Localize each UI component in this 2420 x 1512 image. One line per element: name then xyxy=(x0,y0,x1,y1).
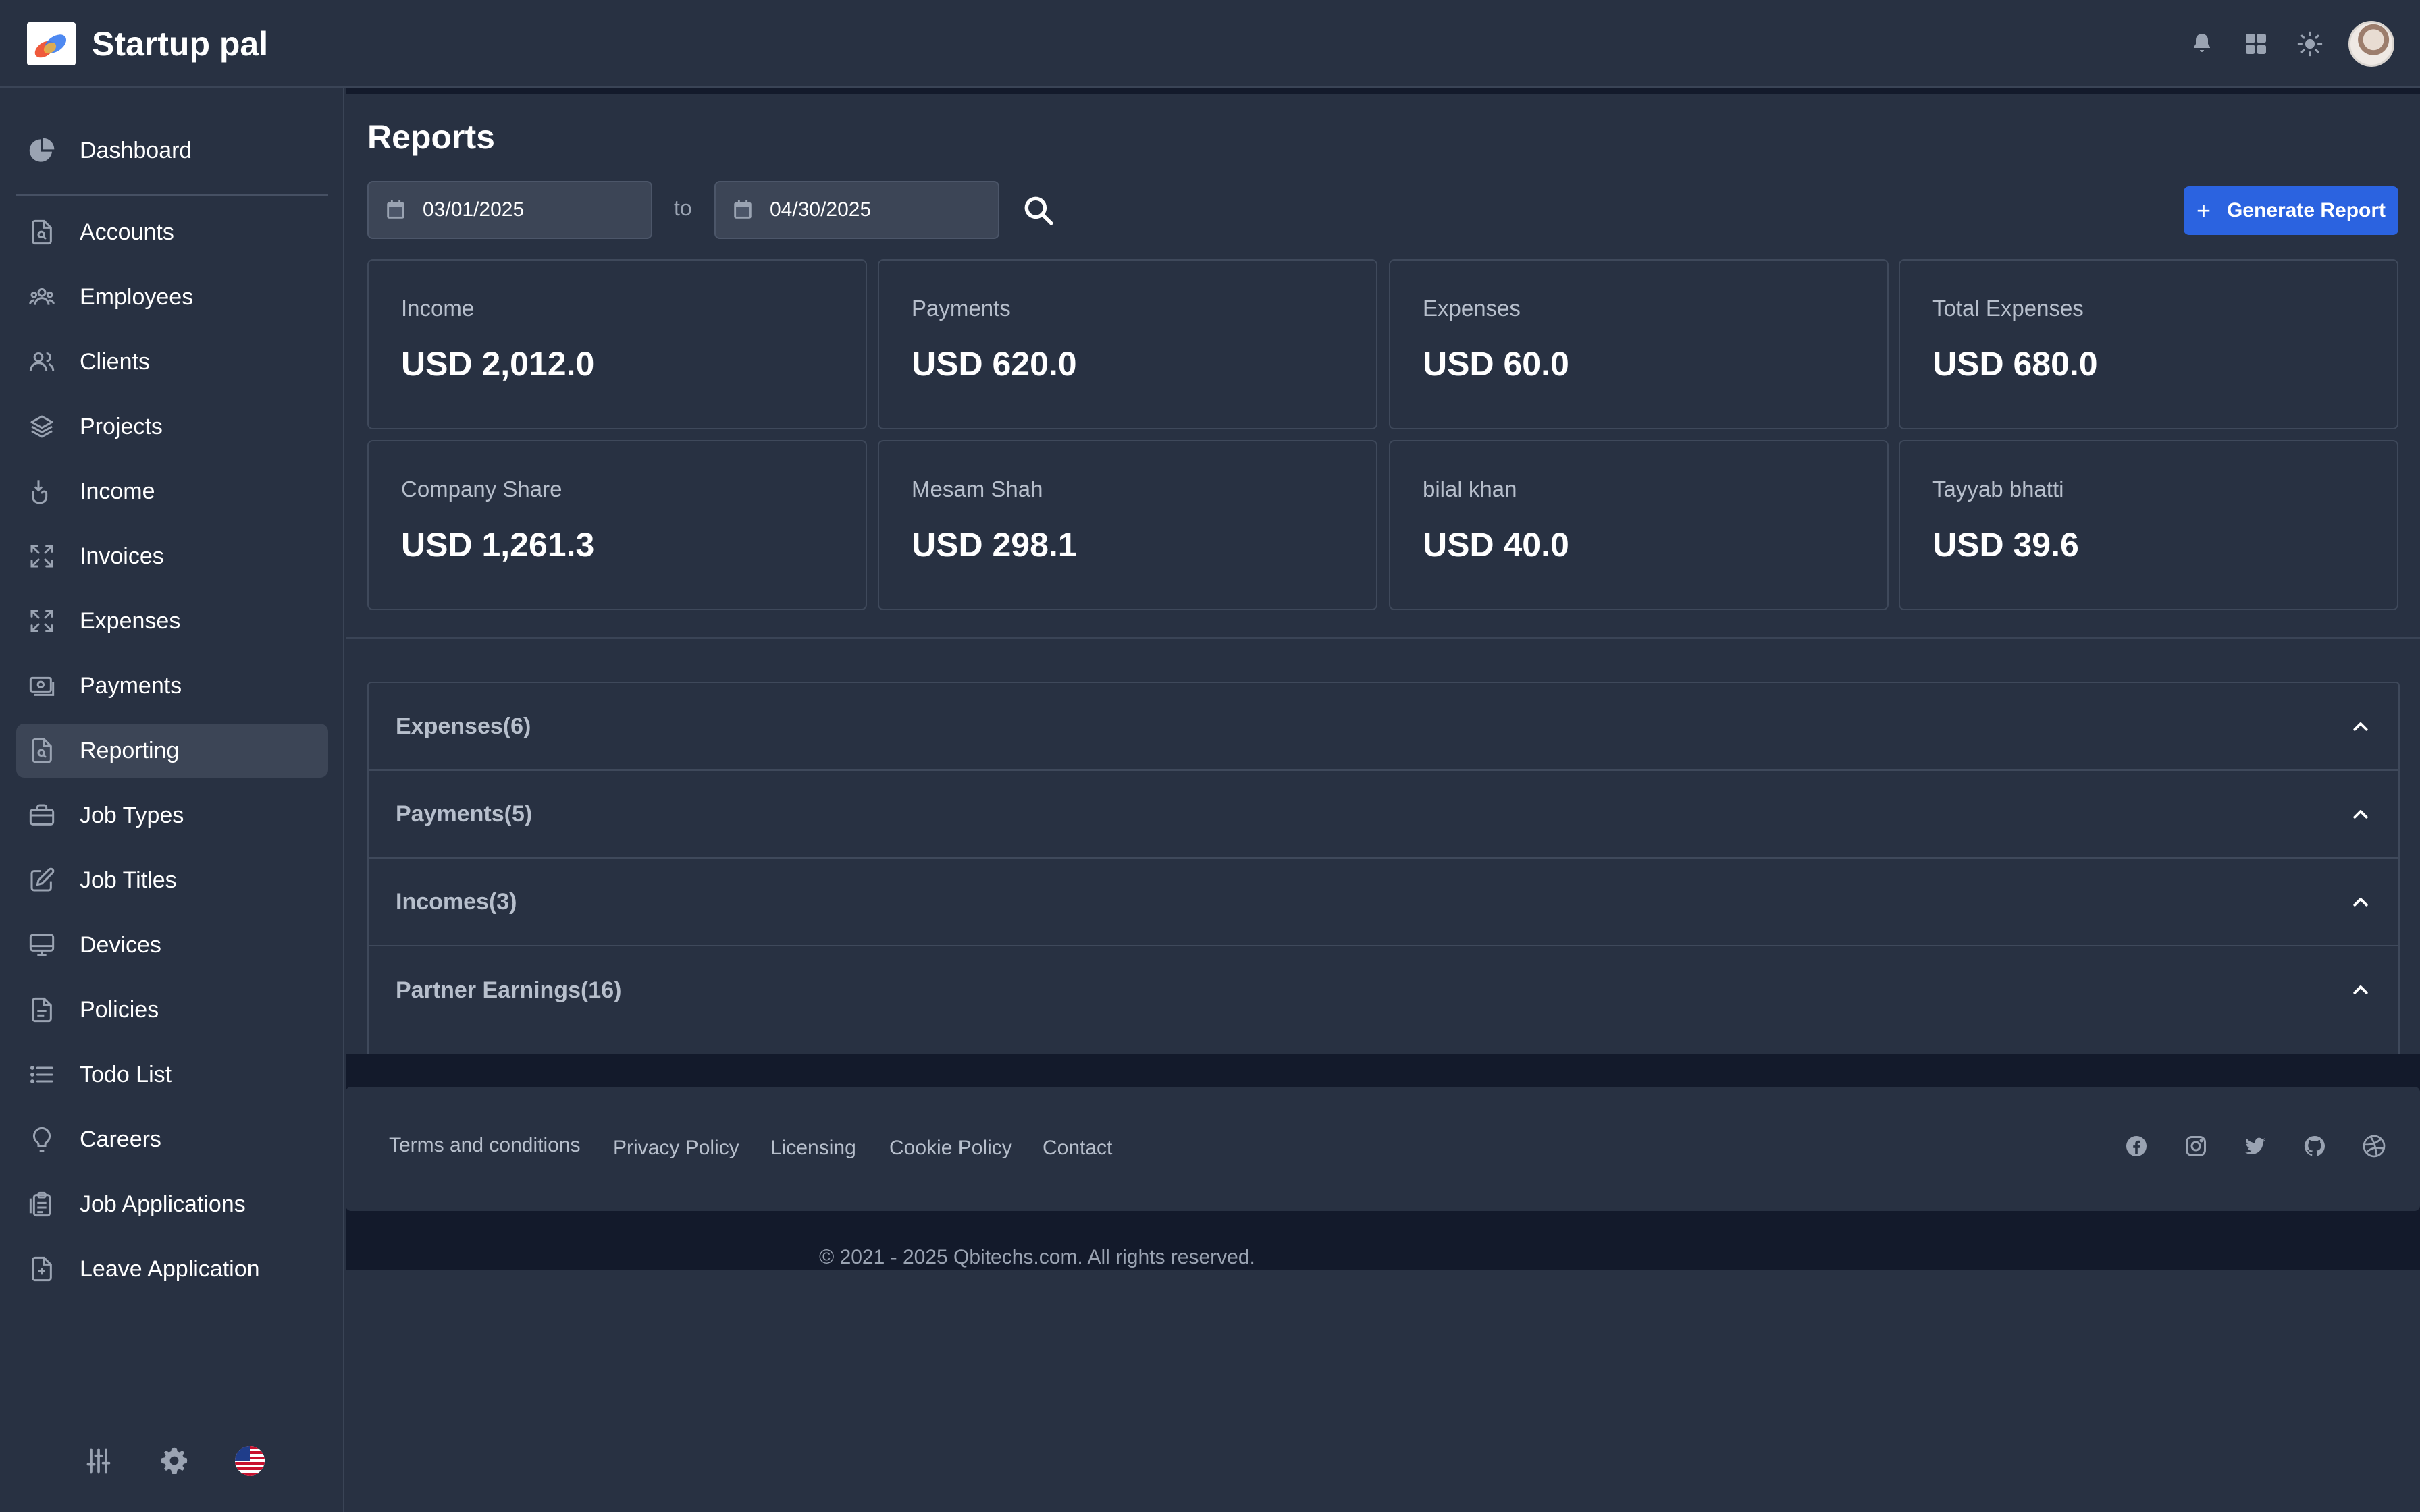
accordion-partner-earnings[interactable]: Partner Earnings(16) xyxy=(369,946,2398,1034)
desktop-icon xyxy=(27,930,57,960)
sidebar-item-invoices[interactable]: Invoices xyxy=(16,529,328,583)
sidebar-item-job-applications[interactable]: Job Applications xyxy=(16,1177,328,1231)
sun-icon[interactable] xyxy=(2286,20,2334,68)
stat-card-company-share: Company Share USD 1,261.3 xyxy=(367,440,867,610)
users-icon xyxy=(27,282,57,312)
stat-card-partner-tayyab-bhatti: Tayyab bhatti USD 39.6 xyxy=(1899,440,2398,610)
footer: Terms and conditions Privacy Policy Lice… xyxy=(346,1087,2420,1211)
user-group-icon xyxy=(27,347,57,377)
generate-report-button[interactable]: + Generate Report xyxy=(2184,186,2398,235)
user-avatar[interactable] xyxy=(2348,21,2394,67)
app-root: Startup pal Dashboard Accounts Employees… xyxy=(0,0,2420,1512)
calendar-icon xyxy=(731,198,755,222)
sidebar-item-projects[interactable]: Projects xyxy=(16,400,328,454)
lightbulb-icon xyxy=(27,1125,57,1154)
chevron-up-icon[interactable] xyxy=(2347,801,2374,828)
document-search-icon xyxy=(27,217,57,247)
social-links xyxy=(2092,1131,2389,1161)
pie-chart-icon xyxy=(27,136,57,165)
sidebar-item-job-types[interactable]: Job Types xyxy=(16,788,328,842)
footer-link-licensing[interactable]: Licensing xyxy=(770,1137,856,1160)
sidebar-footer xyxy=(80,1442,307,1480)
date-from-input[interactable] xyxy=(423,198,639,221)
sidebar-item-policies[interactable]: Policies xyxy=(16,983,328,1037)
stat-card-expenses: Expenses USD 60.0 xyxy=(1389,259,1889,429)
accordion-expenses[interactable]: Expenses(6) xyxy=(369,683,2398,771)
stat-card-payments: Payments USD 620.0 xyxy=(878,259,1377,429)
cash-icon xyxy=(27,671,57,701)
pencil-square-icon xyxy=(27,865,57,895)
apps-grid-icon[interactable] xyxy=(2232,20,2280,68)
brand[interactable]: Startup pal xyxy=(27,22,268,66)
main-content: Reports to + Generate Report Income USD … xyxy=(346,88,2420,1512)
chevron-up-icon[interactable] xyxy=(2347,977,2374,1004)
bell-icon[interactable] xyxy=(2178,20,2226,68)
footer-link-contact[interactable]: Contact xyxy=(1043,1137,1112,1160)
sidebar-item-payments[interactable]: Payments xyxy=(16,659,328,713)
accordion-payments[interactable]: Payments(5) xyxy=(369,771,2398,859)
sidebar-item-devices[interactable]: Devices xyxy=(16,918,328,972)
sidebar-item-accounts[interactable]: Accounts xyxy=(16,205,328,259)
sidebar-item-income[interactable]: Income xyxy=(16,464,328,518)
date-range-to-label: to xyxy=(674,196,692,220)
sidebar: Dashboard Accounts Employees Clients Pro… xyxy=(0,88,344,1512)
footer-link-cookie-policy[interactable]: Cookie Policy xyxy=(889,1137,1012,1160)
us-flag-icon[interactable] xyxy=(231,1442,269,1480)
sidebar-item-clients[interactable]: Clients xyxy=(16,335,328,389)
document-plus-icon xyxy=(27,1254,57,1284)
sidebar-item-careers[interactable]: Careers xyxy=(16,1112,328,1166)
plus-icon: + xyxy=(2196,196,2211,224)
sliders-icon[interactable] xyxy=(80,1442,117,1480)
arrows-expand-icon xyxy=(27,606,57,636)
section-divider xyxy=(346,637,2420,639)
sidebar-item-employees[interactable]: Employees xyxy=(16,270,328,324)
stat-card-partner-mesam-shah: Mesam Shah USD 298.1 xyxy=(878,440,1377,610)
sidebar-item-dashboard[interactable]: Dashboard xyxy=(16,124,328,178)
sidebar-item-job-titles[interactable]: Job Titles xyxy=(16,853,328,907)
sidebar-item-reporting[interactable]: Reporting xyxy=(16,724,328,778)
search-icon[interactable] xyxy=(1018,190,1059,231)
twitter-icon[interactable] xyxy=(2240,1131,2270,1161)
accordion-incomes[interactable]: Incomes(3) xyxy=(369,859,2398,946)
stat-card-total-expenses: Total Expenses USD 680.0 xyxy=(1899,259,2398,429)
chevron-up-icon[interactable] xyxy=(2347,713,2374,740)
instagram-icon[interactable] xyxy=(2181,1131,2211,1161)
arrows-expand-icon xyxy=(27,541,57,571)
stat-card-income: Income USD 2,012.0 xyxy=(367,259,867,429)
footer-link-privacy[interactable]: Privacy Policy xyxy=(613,1137,739,1160)
document-search-icon xyxy=(27,736,57,765)
navbar-actions xyxy=(2172,20,2394,68)
clipboard-icon xyxy=(27,1189,57,1219)
sidebar-divider xyxy=(16,194,328,196)
top-strip xyxy=(346,88,2420,94)
sidebar-item-todo-list[interactable]: Todo List xyxy=(16,1048,328,1102)
footer-link-terms[interactable]: Terms and conditions xyxy=(389,1134,580,1157)
stat-card-partner-bilal-khan: bilal khan USD 40.0 xyxy=(1389,440,1889,610)
page-title: Reports xyxy=(367,118,495,156)
calendar-icon xyxy=(384,198,408,222)
date-to-field[interactable] xyxy=(714,181,999,239)
date-to-input[interactable] xyxy=(770,198,986,221)
gear-icon[interactable] xyxy=(155,1442,193,1480)
chevron-up-icon[interactable] xyxy=(2347,889,2374,916)
brand-logo-icon xyxy=(27,22,76,65)
layers-icon xyxy=(27,412,57,441)
hand-coin-icon xyxy=(27,477,57,506)
dribbble-icon[interactable] xyxy=(2359,1131,2389,1161)
brand-name: Startup pal xyxy=(92,25,269,63)
github-icon[interactable] xyxy=(2300,1131,2330,1161)
copyright-text: © 2021 - 2025 Qbitechs.com. All rights r… xyxy=(819,1246,1255,1268)
sidebar-item-leave-application[interactable]: Leave Application xyxy=(16,1242,328,1296)
document-icon xyxy=(27,995,57,1025)
date-from-field[interactable] xyxy=(367,181,652,239)
top-navbar: Startup pal xyxy=(0,0,2420,88)
list-icon xyxy=(27,1060,57,1089)
briefcase-icon xyxy=(27,801,57,830)
facebook-icon[interactable] xyxy=(2122,1131,2151,1161)
sidebar-item-expenses[interactable]: Expenses xyxy=(16,594,328,648)
